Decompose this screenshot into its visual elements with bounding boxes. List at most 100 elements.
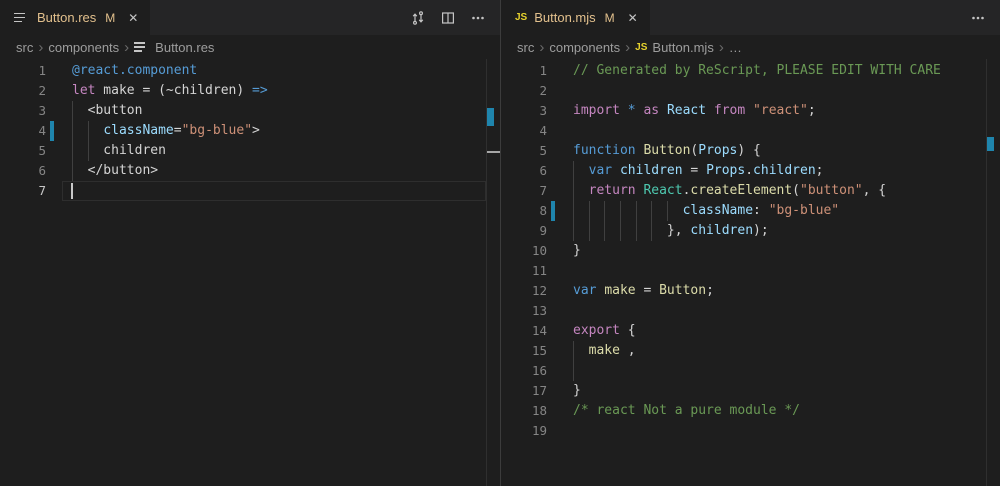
- code-line[interactable]: 1@react.component: [0, 61, 500, 81]
- gutter-modified-indicator: [551, 201, 555, 221]
- code-line[interactable]: 5function Button(Props) {: [501, 141, 1000, 161]
- code-line[interactable]: 13: [501, 301, 1000, 321]
- code-line[interactable]: 1 // Generated by ReScript, PLEASE EDIT W…: [501, 61, 1000, 81]
- breadcrumb-item[interactable]: Button.res: [134, 39, 214, 55]
- code-line[interactable]: 2: [501, 81, 1000, 101]
- code-line[interactable]: 3import * as React from "react";: [501, 101, 1000, 121]
- code-text: </button>: [72, 161, 158, 181]
- code-line[interactable]: 14 export {: [501, 321, 1000, 341]
- chevron-right-icon: ›: [625, 40, 630, 55]
- line-number: 2: [0, 81, 46, 101]
- line-number: 2: [501, 81, 547, 101]
- text-cursor: [71, 183, 73, 199]
- code-line[interactable]: 2 let make = (~children) =>: [0, 81, 500, 101]
- editor-group-right: JS Button.mjs M ✕ src › components › JSButto…: [500, 0, 1000, 486]
- code-text: className="bg-blue">: [72, 121, 260, 141]
- overview-ruler-left[interactable]: [486, 59, 500, 486]
- breadcrumb-left[interactable]: src›components›Button.res: [0, 35, 500, 59]
- code-text: }: [573, 381, 581, 401]
- more-actions-icon[interactable]: [970, 10, 986, 26]
- line-number: 7: [501, 181, 547, 201]
- code-line[interactable]: 8 className: "bg-blue": [501, 201, 1000, 221]
- code-line[interactable]: 11: [501, 261, 1000, 281]
- line-number: 19: [501, 421, 547, 441]
- code-line[interactable]: 3 <button: [0, 101, 500, 121]
- breadcrumb-item[interactable]: …: [729, 40, 742, 55]
- code-text: <button: [72, 101, 142, 121]
- line-number: 9: [501, 221, 547, 241]
- line-number: 10: [501, 241, 547, 261]
- code-text: var children = Props.children;: [573, 161, 824, 181]
- split-editor-icon[interactable]: [440, 10, 456, 26]
- chevron-right-icon: ›: [539, 40, 544, 55]
- code-line[interactable]: 5 children: [0, 141, 500, 161]
- breadcrumb-label: src: [16, 40, 33, 55]
- line-number: 18: [501, 401, 547, 421]
- gutter-modified-indicator: [50, 121, 54, 141]
- code-line[interactable]: 15 make ,: [501, 341, 1000, 361]
- line-number: 12: [501, 281, 547, 301]
- file-lines-icon: [14, 10, 30, 26]
- code-text: /* react Not a pure module */: [573, 401, 800, 421]
- code-text: import * as React from "react";: [573, 101, 816, 121]
- code-text: // Generated by ReScript, PLEASE EDIT WI…: [573, 61, 941, 81]
- breadcrumb-item[interactable]: components: [549, 40, 620, 55]
- code-text: return React.createElement("button", {: [573, 181, 886, 201]
- close-icon[interactable]: ✕: [628, 11, 638, 25]
- javascript-file-icon: JS: [635, 42, 647, 53]
- code-line[interactable]: 6 </button>: [0, 161, 500, 181]
- breadcrumb-item[interactable]: JSButton.mjs: [635, 40, 714, 55]
- overview-modified-marker: [987, 137, 994, 151]
- code-line[interactable]: 10}: [501, 241, 1000, 261]
- code-text: let make = (~children) =>: [72, 81, 268, 101]
- line-number: 14: [501, 321, 547, 341]
- overview-modified-marker: [487, 108, 494, 126]
- more-actions-icon[interactable]: [470, 10, 486, 26]
- tab-button-mjs[interactable]: JS Button.mjs M ✕: [501, 0, 650, 35]
- code-text: @react.component: [72, 61, 197, 81]
- code-line[interactable]: 18 /* react Not a pure module */: [501, 401, 1000, 421]
- line-number: 4: [501, 121, 547, 141]
- line-number: 11: [501, 261, 547, 281]
- breadcrumb-item[interactable]: src: [16, 40, 33, 55]
- code-editor-button-res[interactable]: 1@react.component2 let make = (~children)…: [0, 59, 500, 486]
- code-text: className: "bg-blue": [573, 201, 839, 221]
- indent-guide: [573, 361, 574, 381]
- modified-badge: M: [105, 11, 115, 25]
- code-text: }: [573, 241, 581, 261]
- line-number: 8: [501, 201, 547, 221]
- vscode-window: Button.res M ✕: [0, 0, 1000, 486]
- breadcrumb-item[interactable]: components: [48, 40, 119, 55]
- breadcrumb-item[interactable]: src: [517, 40, 534, 55]
- code-line[interactable]: 6 var children = Props.children;: [501, 161, 1000, 181]
- javascript-file-icon: JS: [515, 12, 527, 23]
- code-text: var make = Button;: [573, 281, 714, 301]
- line-number: 6: [0, 161, 46, 181]
- compare-changes-icon[interactable]: [410, 10, 426, 26]
- code-line[interactable]: 19: [501, 421, 1000, 441]
- tab-label: Button.res: [37, 10, 96, 25]
- tab-button-res[interactable]: Button.res M ✕: [0, 0, 150, 35]
- code-line[interactable]: 4 className="bg-blue">: [0, 121, 500, 141]
- code-line[interactable]: 16: [501, 361, 1000, 381]
- line-number: 1: [501, 61, 547, 81]
- code-editor-button-mjs[interactable]: 1 // Generated by ReScript, PLEASE EDIT W…: [501, 59, 1000, 486]
- line-number: 6: [501, 161, 547, 181]
- code-line[interactable]: 12 var make = Button;: [501, 281, 1000, 301]
- code-line[interactable]: 7 return React.createElement("button", {: [501, 181, 1000, 201]
- editor-actions-right: [970, 0, 1000, 35]
- breadcrumb-label: components: [48, 40, 119, 55]
- breadcrumb-right[interactable]: src › components › JSButton.mjs › …: [501, 35, 1000, 59]
- code-line[interactable]: 9 }, children);: [501, 221, 1000, 241]
- line-number: 15: [501, 341, 547, 361]
- code-text: }, children);: [573, 221, 769, 241]
- chevron-right-icon: ›: [719, 40, 724, 55]
- overview-ruler-right[interactable]: [986, 59, 1000, 486]
- code-text: function Button(Props) {: [573, 141, 761, 161]
- code-line[interactable]: 7: [0, 181, 500, 201]
- close-icon[interactable]: ✕: [128, 11, 138, 25]
- code-line[interactable]: 17}: [501, 381, 1000, 401]
- code-line[interactable]: 4: [501, 121, 1000, 141]
- code-text: export {: [573, 321, 636, 341]
- code-text: make ,: [573, 341, 636, 361]
